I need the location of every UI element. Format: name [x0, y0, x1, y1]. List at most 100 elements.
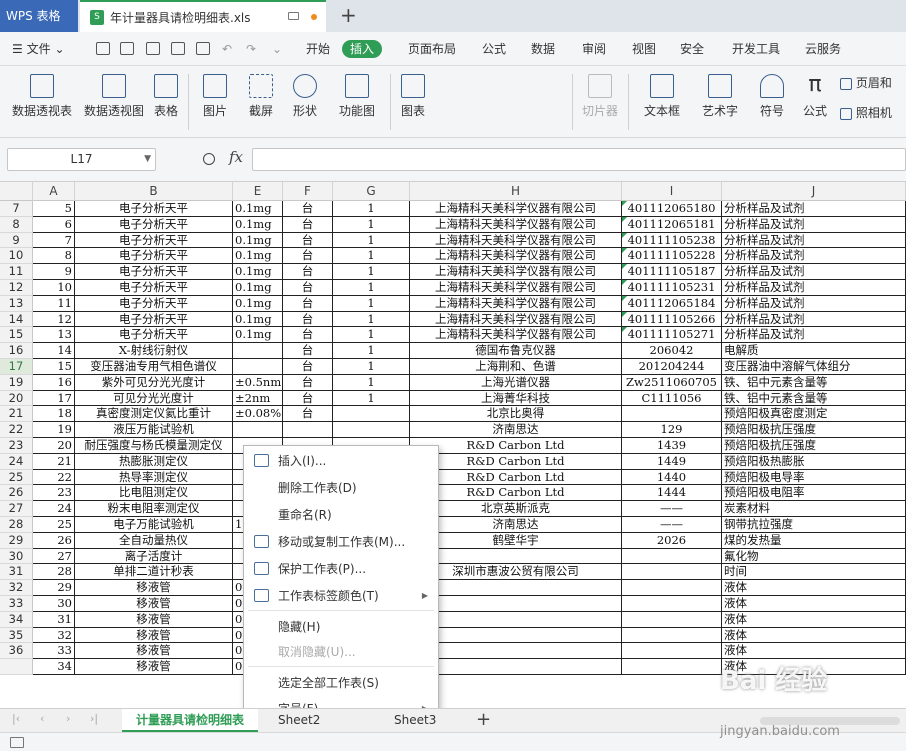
cell-b[interactable]: 比电阻测定仪	[75, 485, 233, 502]
context-menu-item[interactable]: 插入(I)...	[244, 448, 438, 474]
cell-h[interactable]: R&D Carbon Ltd	[410, 469, 622, 486]
cell-a[interactable]: 5	[33, 201, 75, 217]
cell-h[interactable]	[410, 580, 622, 596]
undo-icon[interactable]: ↶	[222, 39, 232, 59]
cell-a[interactable]: 24	[33, 501, 75, 517]
cell-j[interactable]: 分析样品及试剂	[722, 216, 906, 233]
context-menu-item[interactable]: 取消隐藏(U)...	[244, 639, 438, 665]
spreadsheet-grid[interactable]: A B E F G H I J 7 5 电子分析天平 0.1mg 台 1 上海精科天美科学仪器有限公司 401…	[0, 182, 906, 708]
cell-f[interactable]: 台	[283, 201, 333, 217]
cell-b[interactable]: 变压器油专用气相色谱仪	[75, 359, 233, 375]
cell-i[interactable]	[622, 548, 722, 565]
cell-j[interactable]: 电解质	[722, 343, 906, 359]
first-sheet-icon[interactable]: |‹	[12, 712, 20, 725]
cell-j[interactable]: 预焙阳极抗压强度	[722, 438, 906, 454]
row-number[interactable]: 24	[0, 453, 33, 470]
cell-i[interactable]: 401112065181	[622, 216, 722, 233]
row-number[interactable]: 34	[0, 611, 33, 628]
cell-i[interactable]: 401111105187	[622, 264, 722, 280]
cell-i[interactable]	[622, 643, 722, 660]
cell-a[interactable]: 9	[33, 264, 75, 280]
cell-i[interactable]: ——	[622, 517, 722, 533]
cell-h[interactable]: 上海精科天美科学仪器有限公司	[410, 201, 622, 217]
cell-b[interactable]: 电子万能试验机	[75, 517, 233, 533]
unsaved-dot-icon[interactable]	[311, 14, 317, 20]
cell-h[interactable]: 上海精科天美科学仪器有限公司	[410, 311, 622, 328]
cell-e[interactable]	[233, 359, 283, 375]
cell-b[interactable]: 液压万能试验机	[75, 422, 233, 438]
cell-f[interactable]: 台	[283, 374, 333, 391]
cell-i[interactable]: 401111105271	[622, 327, 722, 344]
cell-b[interactable]: 电子分析天平	[75, 327, 233, 344]
row-number[interactable]: 26	[0, 485, 33, 502]
status-icon[interactable]	[10, 737, 24, 748]
cell-a[interactable]: 27	[33, 548, 75, 565]
row-number[interactable]: 16	[0, 343, 33, 359]
row-number[interactable]: 12	[0, 280, 33, 296]
column-header[interactable]: E	[233, 182, 283, 201]
cell-h[interactable]: 上海精科天美科学仪器有限公司	[410, 280, 622, 296]
cell-j[interactable]: 液体	[722, 643, 906, 660]
cell-j[interactable]: 时间	[722, 564, 906, 581]
cell-f[interactable]: 台	[283, 359, 333, 375]
cell-h[interactable]: 上海精科天美科学仪器有限公司	[410, 264, 622, 280]
row-number[interactable]: 28	[0, 517, 33, 533]
add-sheet-button[interactable]: +	[476, 709, 491, 731]
more-chevron-icon[interactable]: ⌄	[272, 39, 282, 59]
row-number[interactable]: 36	[0, 643, 33, 660]
cell-i[interactable]: ——	[622, 501, 722, 517]
cell-i[interactable]: 401111105228	[622, 248, 722, 265]
zoom-icon[interactable]	[203, 153, 215, 165]
cell-f[interactable]: 台	[283, 327, 333, 344]
cell-b[interactable]: 可见分光光度计	[75, 390, 233, 407]
cell-j[interactable]: 预焙阳极电导率	[722, 469, 906, 486]
cell-j[interactable]: 液体	[722, 627, 906, 644]
cell-j[interactable]: 氟化物	[722, 548, 906, 565]
cell-h[interactable]	[410, 643, 622, 660]
sheet-tab-1[interactable]: 计量器具请检明细表	[122, 709, 259, 732]
cell-f[interactable]: 台	[283, 295, 333, 312]
equation-button[interactable]: π 公式	[798, 74, 832, 119]
cell-g[interactable]: 1	[333, 311, 410, 328]
sheet-tab-3[interactable]: Sheet3	[380, 709, 450, 732]
context-menu-item[interactable]: 隐藏(H)	[244, 614, 438, 640]
cell-b[interactable]: 电子分析天平	[75, 201, 233, 217]
cell-i[interactable]: 401111105238	[622, 232, 722, 249]
cell-j[interactable]: 液体	[722, 611, 906, 628]
cell-b[interactable]: 电子分析天平	[75, 280, 233, 296]
row-number[interactable]: 14	[0, 311, 33, 328]
cell-i[interactable]	[622, 611, 722, 628]
cell-j[interactable]: 分析样品及试剂	[722, 264, 906, 280]
column-header[interactable]: I	[622, 182, 722, 201]
cell-a[interactable]: 14	[33, 343, 75, 359]
cell-h[interactable]: 上海精科天美科学仪器有限公司	[410, 248, 622, 265]
cell-b[interactable]: 紫外可见分光光度计	[75, 374, 233, 391]
cell-a[interactable]: 23	[33, 485, 75, 502]
cell-b[interactable]: 热导率测定仪	[75, 469, 233, 486]
cell-a[interactable]: 33	[33, 643, 75, 660]
cell-h[interactable]	[410, 627, 622, 644]
function-icon[interactable]: fx	[229, 148, 243, 166]
app-tab[interactable]: WPS 表格	[0, 0, 78, 32]
cell-f[interactable]: 台	[283, 264, 333, 280]
print-preview-icon[interactable]	[196, 42, 210, 55]
prev-sheet-icon[interactable]: ‹	[40, 712, 44, 725]
cell-f[interactable]: 台	[283, 343, 333, 359]
cell-f[interactable]: 台	[283, 232, 333, 249]
cell-i[interactable]: 401112065180	[622, 201, 722, 217]
cell-j[interactable]: 分析样品及试剂	[722, 201, 906, 217]
cell-b[interactable]: 粉末电阻率测定仪	[75, 501, 233, 517]
menu-tab-1[interactable]: 插入	[342, 40, 383, 58]
cell-b[interactable]: 热膨胀测定仪	[75, 453, 233, 470]
slicer-button[interactable]: 切片器	[580, 74, 620, 119]
cell-b[interactable]: 移液管	[75, 580, 233, 596]
row-number[interactable]: 32	[0, 580, 33, 596]
cell-h[interactable]	[410, 611, 622, 628]
cell-j[interactable]: 预焙阳极真密度测定	[722, 406, 906, 423]
cell-h[interactable]	[410, 548, 622, 565]
cell-g[interactable]: 1	[333, 216, 410, 233]
cell-a[interactable]: 6	[33, 216, 75, 233]
row-number[interactable]: 33	[0, 596, 33, 612]
cell-a[interactable]: 7	[33, 232, 75, 249]
cell-e[interactable]: 0.1mg	[233, 216, 283, 233]
